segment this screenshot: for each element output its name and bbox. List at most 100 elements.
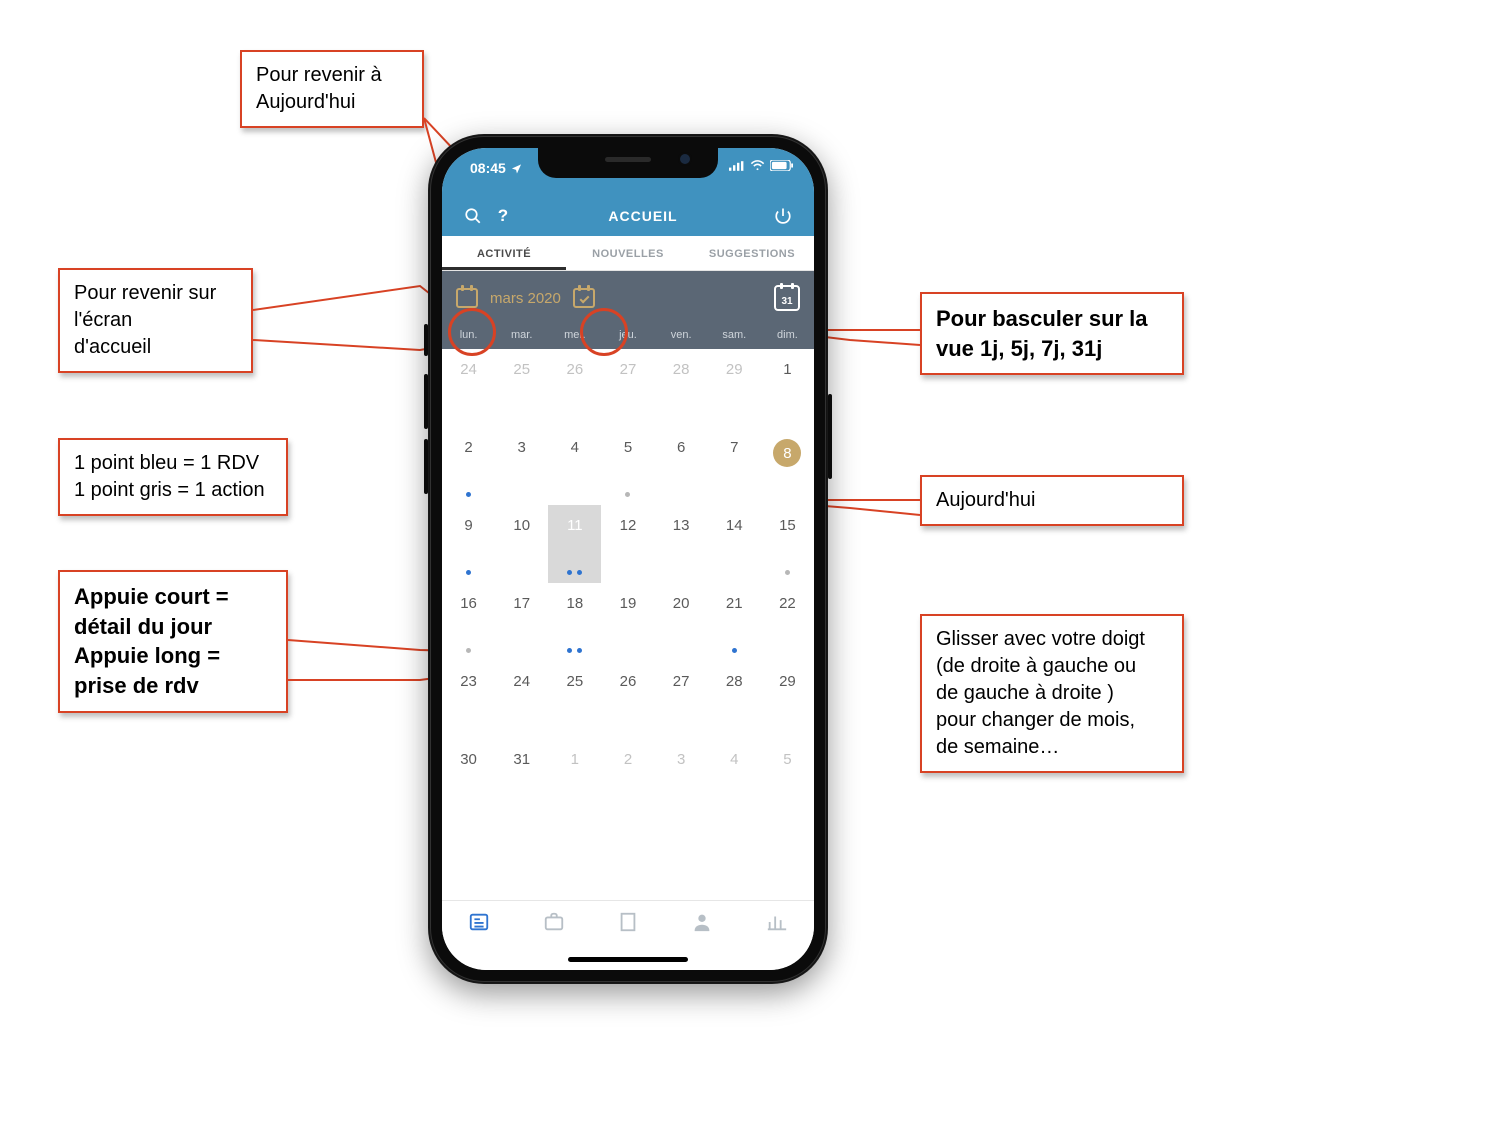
day-number: 25: [567, 673, 584, 690]
day-cell[interactable]: 25: [548, 661, 601, 739]
day-cell[interactable]: 10: [495, 505, 548, 583]
tab-activite[interactable]: ACTIVITÉ: [442, 236, 566, 270]
day-cell[interactable]: 9: [442, 505, 495, 583]
day-cell[interactable]: 25: [495, 349, 548, 427]
callout-text: Pour basculer sur lavue 1j, 5j, 7j, 31j: [936, 306, 1148, 361]
day-cell[interactable]: 15: [761, 505, 814, 583]
day-number: 28: [726, 673, 743, 690]
day-cell[interactable]: 23: [442, 661, 495, 739]
day-cell[interactable]: 2: [442, 427, 495, 505]
day-cell[interactable]: 22: [761, 583, 814, 661]
day-number: 13: [673, 517, 690, 534]
status-time: 08:45: [470, 160, 522, 176]
bottomnav-building[interactable]: [616, 911, 640, 936]
calendar-home-icon[interactable]: [456, 288, 478, 308]
day-cell[interactable]: 2: [601, 739, 654, 817]
home-indicator[interactable]: [568, 957, 688, 962]
calendar-grid[interactable]: 2425262728291234567891011121314151617181…: [442, 349, 814, 817]
status-icons: [729, 160, 794, 171]
day-cell[interactable]: 29: [708, 349, 761, 427]
day-number: 9: [464, 517, 472, 534]
day-cell[interactable]: 30: [442, 739, 495, 817]
day-number: 2: [624, 751, 632, 768]
day-cell[interactable]: 21: [708, 583, 761, 661]
dot-rdv-icon: [577, 648, 582, 653]
bottomnav-stats[interactable]: [765, 911, 789, 936]
day-cell[interactable]: 28: [655, 349, 708, 427]
day-dots: [548, 570, 601, 575]
day-cell[interactable]: 14: [708, 505, 761, 583]
day-cell[interactable]: 19: [601, 583, 654, 661]
day-number: 27: [620, 361, 637, 378]
volume-up-button: [424, 374, 428, 429]
day-number: 10: [513, 517, 530, 534]
day-cell[interactable]: 1: [761, 349, 814, 427]
search-button[interactable]: [458, 207, 488, 225]
day-cell[interactable]: 18: [548, 583, 601, 661]
day-cell[interactable]: 3: [495, 427, 548, 505]
day-cell[interactable]: 27: [655, 661, 708, 739]
day-number: 19: [620, 595, 637, 612]
day-cell[interactable]: 29: [761, 661, 814, 739]
day-number: 21: [726, 595, 743, 612]
day-number: 16: [460, 595, 477, 612]
power-logout-button[interactable]: [768, 207, 798, 225]
day-number: 14: [726, 517, 743, 534]
day-cell[interactable]: 24: [442, 349, 495, 427]
day-cell[interactable]: 8: [761, 427, 814, 505]
day-cell[interactable]: 11: [548, 505, 601, 583]
dot-rdv-icon: [732, 648, 737, 653]
bottomnav-briefcase[interactable]: [542, 911, 566, 936]
day-cell[interactable]: 13: [655, 505, 708, 583]
day-cell[interactable]: 27: [601, 349, 654, 427]
stats-icon: [765, 911, 789, 933]
day-dots: [442, 648, 495, 653]
day-cell[interactable]: 5: [601, 427, 654, 505]
tab-nouvelles[interactable]: NOUVELLES: [566, 236, 690, 270]
dow-tue: mar.: [495, 329, 548, 341]
bottomnav-person[interactable]: [690, 911, 714, 936]
month-label: mars 2020: [490, 290, 561, 307]
day-number: 27: [673, 673, 690, 690]
day-cell[interactable]: 26: [601, 661, 654, 739]
dow-mon: lun.: [442, 329, 495, 341]
dot-action-icon: [625, 492, 630, 497]
day-cell[interactable]: 5: [761, 739, 814, 817]
day-number: 5: [783, 751, 791, 768]
day-cell[interactable]: 3: [655, 739, 708, 817]
day-cell[interactable]: 12: [601, 505, 654, 583]
day-cell[interactable]: 24: [495, 661, 548, 739]
day-number: 5: [624, 439, 632, 456]
dot-rdv-icon: [466, 492, 471, 497]
location-arrow-icon: [511, 163, 522, 174]
tab-suggestions[interactable]: SUGGESTIONS: [690, 236, 814, 270]
calendar-view-toggle[interactable]: 31: [774, 285, 800, 311]
calendar-today-icon[interactable]: [573, 288, 595, 308]
status-time-text: 08:45: [470, 160, 506, 176]
day-cell[interactable]: 31: [495, 739, 548, 817]
bottomnav-news[interactable]: [467, 911, 491, 936]
dow-thu: jeu.: [601, 329, 654, 341]
power-button: [828, 394, 832, 479]
day-cell[interactable]: 6: [655, 427, 708, 505]
day-cell[interactable]: 28: [708, 661, 761, 739]
day-number: 6: [677, 439, 685, 456]
day-cell[interactable]: 20: [655, 583, 708, 661]
day-cell[interactable]: 7: [708, 427, 761, 505]
day-number: 1: [571, 751, 579, 768]
question-mark-icon: ?: [498, 206, 508, 226]
day-cell[interactable]: 1: [548, 739, 601, 817]
building-icon: [616, 911, 640, 933]
day-cell[interactable]: 4: [548, 427, 601, 505]
day-cell[interactable]: 17: [495, 583, 548, 661]
day-cell[interactable]: 16: [442, 583, 495, 661]
day-number: 24: [513, 673, 530, 690]
day-dots: [548, 648, 601, 653]
callout-return-home: Pour revenir surl'écrand'accueil: [58, 268, 253, 373]
day-cell[interactable]: 4: [708, 739, 761, 817]
help-button[interactable]: ?: [488, 206, 518, 226]
dot-action-icon: [466, 648, 471, 653]
callout-text: Glisser avec votre doigt(de droite à gau…: [936, 628, 1145, 758]
dow-sun: dim.: [761, 329, 814, 341]
day-cell[interactable]: 26: [548, 349, 601, 427]
